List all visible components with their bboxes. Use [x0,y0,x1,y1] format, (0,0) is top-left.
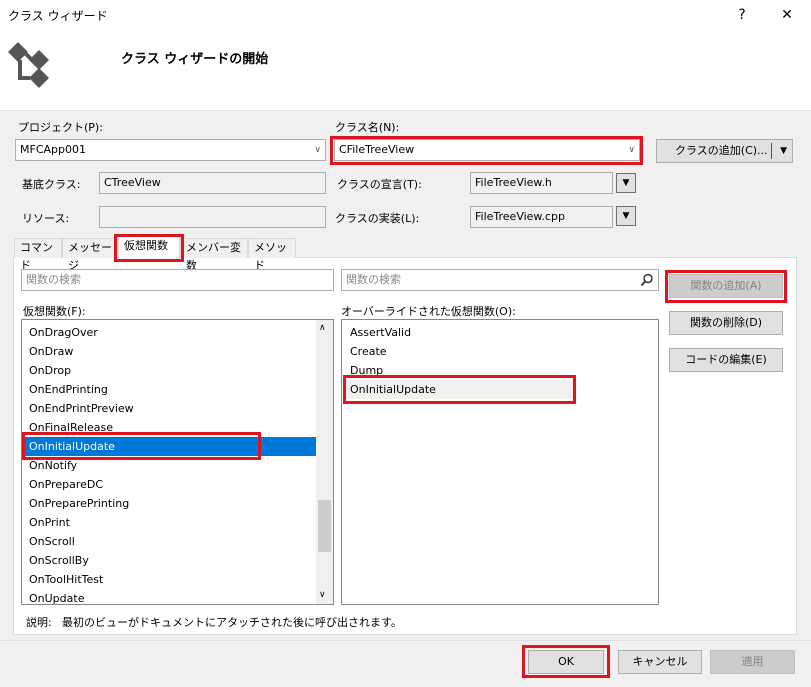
apply-button[interactable]: 適用 [710,650,795,674]
tab-member-variables[interactable]: メンバー変数 [180,238,248,272]
overridden-functions-list[interactable]: AssertValid Create Dump OnInitialUpdate [341,319,659,605]
project-label: プロジェクト(P): [18,121,103,134]
list-item[interactable]: OnEndPrintPreview [23,399,316,418]
help-button[interactable]: ? [730,4,754,26]
list-item[interactable]: OnDragOver [23,323,316,342]
caret-down-icon: ▼ [622,178,630,188]
title-bar: クラス ウィザード ? ✕ [0,0,811,30]
vertical-scrollbar[interactable]: ∧ ∨ [316,320,333,604]
project-combo[interactable]: MFCApp001 ∨ [15,139,326,161]
list-item[interactable]: Dump [344,361,656,380]
resource-label: リソース: [22,212,70,225]
base-class-label: 基底クラス: [22,178,81,191]
description-text: 最初のビューがドキュメントにアタッチされた後に呼び出されます。 [62,616,402,629]
class-declaration-dropdown[interactable]: ▼ [616,173,636,193]
class-implementation-dropdown[interactable]: ▼ [616,206,636,226]
add-function-button[interactable]: 関数の追加(A) [669,274,783,298]
class-declaration-field: FileTreeView.h [470,172,613,194]
cancel-button[interactable]: キャンセル [618,650,702,674]
list-item[interactable]: OnToolHitTest [23,570,316,589]
close-button[interactable]: ✕ [775,4,799,26]
class-implementation-field: FileTreeView.cpp [470,206,613,228]
class-declaration-label: クラスの宣言(T): [337,178,422,191]
list-item[interactable]: OnDraw [23,342,316,361]
tab-virtual-functions[interactable]: 仮想関数 [118,236,180,258]
list-item[interactable]: OnPrint [23,513,316,532]
search-icon [640,273,653,287]
scrollbar-thumb[interactable] [318,500,331,552]
tab-commands[interactable]: コマンド [14,238,62,272]
list-item-selected[interactable]: OnInitialUpdate [344,380,576,399]
add-class-label: クラスの追加(C)... [675,144,768,157]
list-item[interactable]: OnPrepareDC [23,475,316,494]
scroll-down-icon[interactable]: ∨ [319,590,326,600]
tab-messages[interactable]: メッセージ [62,238,118,272]
list-item[interactable]: Create [344,342,656,361]
list-item-selected[interactable]: OnInitialUpdate [23,437,316,456]
list-item[interactable]: OnScrollBy [23,551,316,570]
list-item[interactable]: OnEndPrinting [23,380,316,399]
list-item[interactable]: OnScroll [23,532,316,551]
list-item[interactable]: OnUpdate [23,589,316,608]
description-label: 説明: [26,616,52,629]
resource-field [99,206,326,228]
window-title: クラス ウィザード [8,9,108,23]
class-name-label: クラス名(N): [335,121,400,134]
list-item[interactable]: OnPreparePrinting [23,494,316,513]
tab-methods[interactable]: メソッド [248,238,296,272]
class-name-value: CFileTreeView [339,143,415,156]
virtual-functions-list[interactable]: OnDragOver OnDraw OnDrop OnEndPrinting O… [21,319,334,605]
list-item[interactable]: AssertValid [344,323,656,342]
right-search-input[interactable]: 関数の検索 [341,269,659,291]
add-class-button[interactable]: クラスの追加(C)... ▼ [656,139,793,163]
class-name-combo[interactable]: CFileTreeView ∨ [334,139,640,161]
caret-down-icon: ▼ [622,211,630,221]
page-title: クラス ウィザードの開始 [121,52,269,67]
delete-function-button[interactable]: 関数の削除(D) [669,311,783,335]
left-search-input[interactable]: 関数の検索 [21,269,334,291]
chevron-down-icon: ∨ [314,145,321,155]
right-search-placeholder: 関数の検索 [346,273,401,286]
ok-button[interactable]: OK [528,650,604,674]
class-wizard-icon [8,42,49,88]
base-class-field: CTreeView [99,172,326,194]
class-implementation-label: クラスの実装(L): [335,212,420,225]
list-item[interactable]: OnNotify [23,456,316,475]
caret-down-icon[interactable]: ▼ [780,140,787,162]
virtual-functions-label: 仮想関数(F): [23,305,86,318]
edit-code-button[interactable]: コードの編集(E) [669,348,783,372]
overridden-functions-label: オーバーライドされた仮想関数(O): [341,305,516,318]
list-item[interactable]: OnDrop [23,361,316,380]
wizard-header [0,30,811,110]
project-value: MFCApp001 [20,143,86,156]
scroll-up-icon[interactable]: ∧ [319,323,326,333]
list-item[interactable]: OnFinalRelease [23,418,316,437]
chevron-down-icon: ∨ [628,145,635,155]
